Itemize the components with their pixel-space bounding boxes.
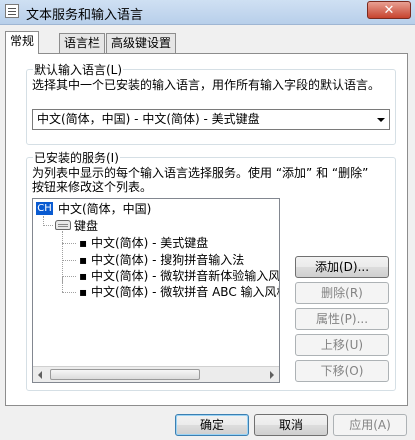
tree-service-item[interactable]: ▪ 中文(简体) - 微软拼音新体验输入风格 <box>79 269 280 283</box>
add-button[interactable]: 添加(D)... <box>295 256 389 278</box>
default-language-legend: 默认输入语言(L) <box>34 63 123 77</box>
scroll-left-icon[interactable] <box>33 367 49 382</box>
move-up-button[interactable]: 上移(U) <box>295 334 389 356</box>
default-language-group: 默认输入语言(L) <box>26 61 396 145</box>
tree-service-label: 中文(简体) - 搜狗拼音输入法 <box>90 253 245 267</box>
tree-service-item[interactable]: ▪ 中文(简体) - 微软拼音 ABC 输入风格 <box>79 285 280 299</box>
tree-keyboard-node[interactable]: 键盘 <box>74 219 98 233</box>
dropdown-arrow-icon[interactable] <box>373 110 389 129</box>
keyboard-icon <box>55 220 71 230</box>
title-bar: 文本服务和输入语言 ✕ <box>0 0 415 25</box>
scroll-thumb[interactable] <box>50 369 200 380</box>
tree-connector <box>43 225 53 226</box>
tab-language-bar[interactable]: 语言栏 <box>59 33 106 53</box>
tree-service-label: 中文(简体) - 美式键盘 <box>90 236 209 250</box>
default-language-dropdown[interactable]: 中文(简体，中国) - 中文(简体) - 美式键盘 <box>32 109 390 130</box>
default-language-value: 中文(简体，中国) - 中文(简体) - 美式键盘 <box>37 112 260 126</box>
tree-connector <box>62 260 76 261</box>
tree-service-item[interactable]: ▪ 中文(简体) - 搜狗拼音输入法 <box>79 253 244 267</box>
tab-panel-general: 默认输入语言(L) 选择其中一个已安装的输入语言，用作所有输入字段的默认语言。 … <box>5 53 408 406</box>
tree-connector <box>62 276 63 292</box>
tree-language-node[interactable]: 中文(简体，中国) <box>58 202 151 216</box>
language-badge-icon: CH <box>36 202 53 215</box>
installed-services-description-2: 按钮来修改这个列表。 <box>32 180 153 194</box>
cancel-button[interactable]: 取消 <box>254 414 328 436</box>
tree-service-label: 中文(简体) - 微软拼音新体验输入风格 <box>90 269 280 283</box>
dialog-icon <box>5 4 19 18</box>
services-tree[interactable]: CH 中文(简体，中国) 键盘 ▪ 中文(简体) - 美式键盘 ▪ 中文(简体)… <box>32 198 280 383</box>
remove-button[interactable]: 删除(R) <box>295 282 389 304</box>
tree-service-item[interactable]: ▪ 中文(简体) - 美式键盘 <box>79 236 208 250</box>
tree-connector <box>62 292 76 293</box>
tab-general[interactable]: 常规 <box>5 31 40 54</box>
installed-services-legend: 已安装的服务(I) <box>34 151 119 165</box>
tree-connector <box>62 243 76 244</box>
window-title: 文本服务和输入语言 <box>26 8 144 23</box>
tree-connector <box>62 276 76 277</box>
horizontal-scrollbar[interactable] <box>33 366 279 382</box>
move-down-button[interactable]: 下移(O) <box>295 360 389 382</box>
tree-service-label: 中文(简体) - 微软拼音 ABC 输入风格 <box>90 285 280 299</box>
scroll-right-icon[interactable] <box>263 367 279 382</box>
properties-button[interactable]: 属性(P)... <box>295 308 389 330</box>
close-button[interactable]: ✕ <box>367 1 411 19</box>
installed-services-description-1: 为列表中显示的每个输入语言选择服务。使用 “添加” 和 “删除” <box>32 166 369 180</box>
tab-advanced-key-settings[interactable]: 高级键设置 <box>106 33 177 53</box>
ok-button[interactable]: 确定 <box>175 414 249 436</box>
text-services-dialog: 文本服务和输入语言 ✕ 常规 语言栏 高级键设置 默认输入语言(L) 选择其中一… <box>0 0 415 440</box>
default-language-description: 选择其中一个已安装的输入语言，用作所有输入字段的默认语言。 <box>32 78 381 92</box>
apply-button[interactable]: 应用(A) <box>333 414 407 436</box>
